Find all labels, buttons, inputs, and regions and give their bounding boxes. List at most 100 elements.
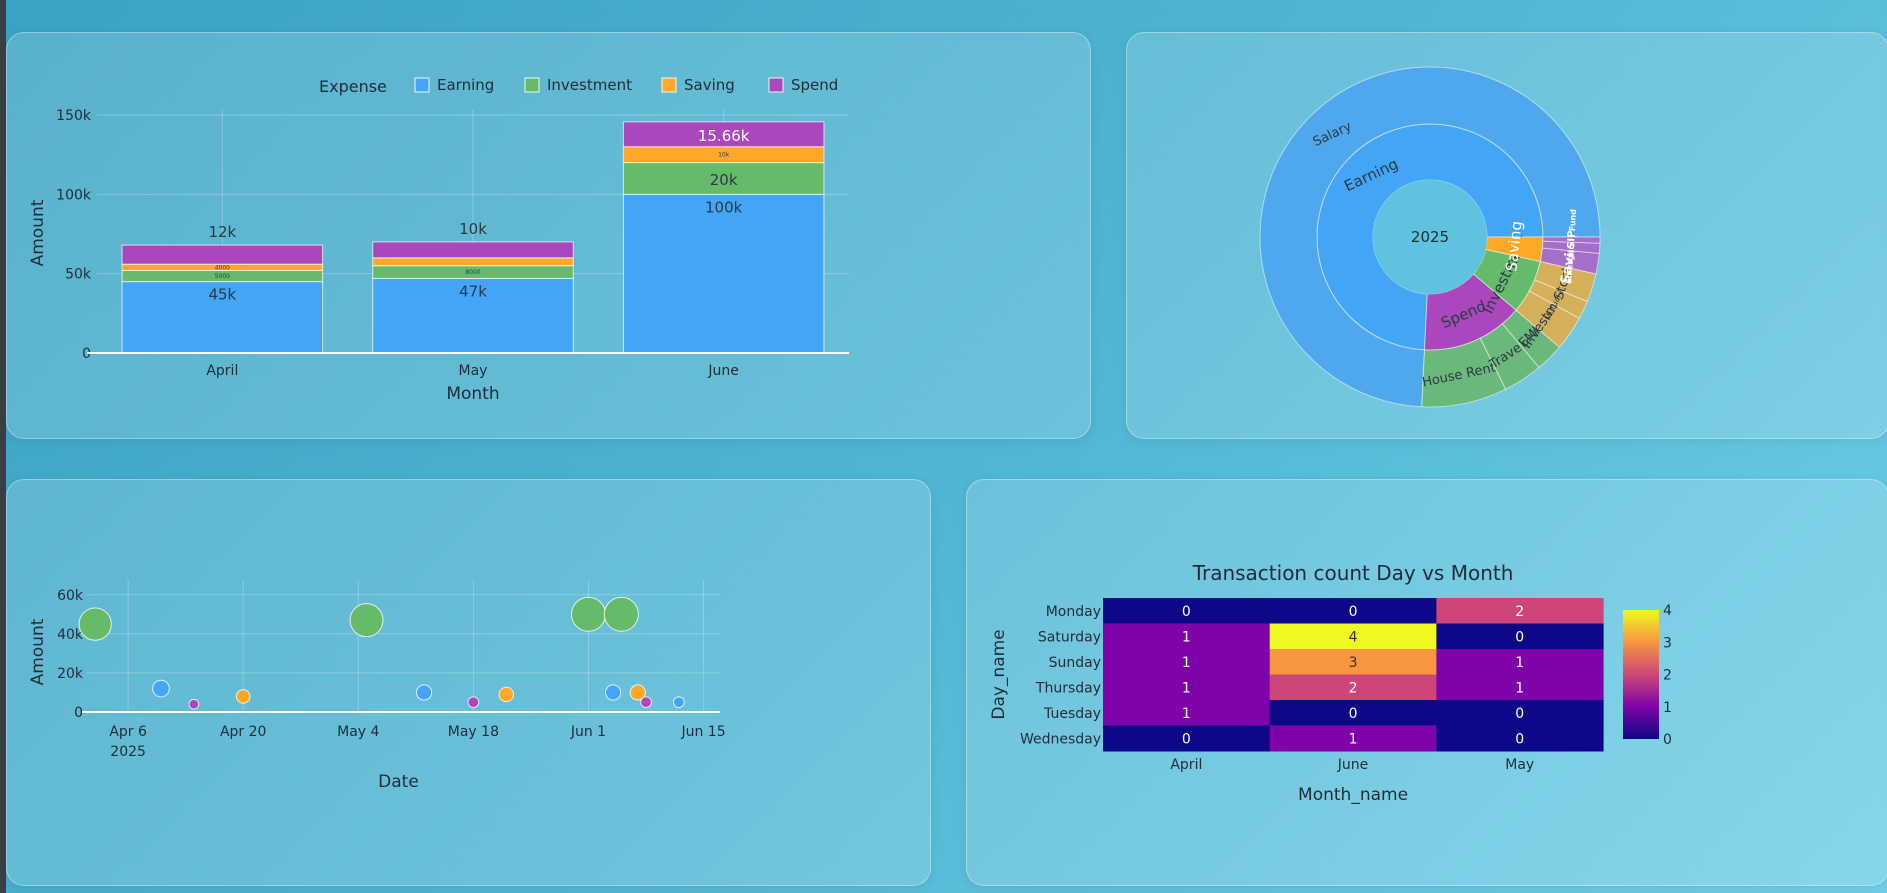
x-tick-label: Apr 6 bbox=[109, 724, 147, 740]
x-axis-title: Month bbox=[446, 384, 499, 404]
heatmap-chart: Transaction count Day vs Month Monday 0 0 2 S… bbox=[989, 561, 1672, 805]
bar-data-label: 5000 bbox=[215, 273, 230, 280]
legend-label: Investment bbox=[547, 76, 632, 94]
row-label: Tuesday bbox=[1043, 706, 1101, 722]
colorbar-tick-label: 2 bbox=[1663, 668, 1672, 684]
legend-swatch-saving bbox=[661, 77, 677, 93]
bubble-investment bbox=[349, 603, 384, 638]
heatmap-cell-value: 3 bbox=[1349, 655, 1358, 671]
heatmap-cell-value: 0 bbox=[1182, 604, 1191, 620]
heatmap-title: Transaction count Day vs Month bbox=[1192, 561, 1514, 585]
bar-segment-saving bbox=[372, 257, 574, 267]
bubble-investment bbox=[570, 596, 606, 632]
x-axis-title: Month_name bbox=[1298, 785, 1408, 805]
y-axis-title: Amount bbox=[28, 199, 48, 266]
bubble-spend bbox=[188, 698, 200, 710]
stacked-bar-chart: 050k100k150kApril45k5000400012kMay47k800… bbox=[28, 76, 849, 404]
bar-segment-earning bbox=[622, 193, 825, 354]
y-axis-title: Amount bbox=[28, 618, 48, 685]
y-tick-label: 100k bbox=[56, 187, 92, 203]
x-axis-title: Date bbox=[378, 772, 419, 792]
y-axis-title: Day_name bbox=[989, 629, 1009, 719]
y-tick-label: 20k bbox=[57, 666, 84, 682]
legend-swatch-investment bbox=[524, 77, 540, 93]
x-tick-label: May bbox=[459, 363, 488, 379]
heatmap-cell-value: 1 bbox=[1515, 655, 1524, 671]
bar-segment-spend bbox=[372, 241, 574, 259]
y-tick-label: 150k bbox=[56, 108, 92, 124]
bubble-investment bbox=[78, 607, 112, 641]
bubble-scatter-chart: 020k40k60kApr 6 Apr 20 May 4 May 18 Jun 1 Jun… bbox=[28, 580, 726, 792]
x-tick-label: May 4 bbox=[337, 724, 379, 740]
bar-data-label: 47k bbox=[459, 282, 487, 300]
colorbar-tick-label: 0 bbox=[1663, 732, 1672, 748]
x-tick-label: Jun 1 bbox=[570, 724, 606, 740]
legend-label: Saving bbox=[684, 76, 735, 94]
heatmap-cell-value: 1 bbox=[1182, 706, 1191, 722]
x-tick-label: Apr 20 bbox=[220, 724, 266, 740]
column-label: June bbox=[1337, 757, 1369, 773]
heatmap-cell-value: 1 bbox=[1182, 629, 1191, 645]
bar-data-label: 20k bbox=[710, 171, 738, 189]
y-tick-label: 60k bbox=[57, 588, 84, 604]
x-tick-label: Jun 15 bbox=[680, 724, 725, 740]
legend-title: Expense bbox=[319, 77, 387, 96]
bubble-earning bbox=[415, 684, 433, 701]
bar-data-label: 15.66k bbox=[698, 127, 750, 145]
heatmap-cell-value: 2 bbox=[1349, 680, 1358, 696]
bubble-saving bbox=[235, 689, 251, 704]
sunburst-outer-label: SIP bbox=[1566, 230, 1577, 248]
x-tick-label: May 18 bbox=[448, 724, 499, 740]
heatmap-cell-value: 0 bbox=[1182, 731, 1191, 747]
bar-chart-panel: 0 50k 100k 150k April 45k 5000 4000 12k May 47k 800… bbox=[6, 32, 1091, 439]
row-label: Monday bbox=[1046, 604, 1101, 620]
y-tick-label: 50k bbox=[65, 267, 92, 283]
heatmap-cell-value: 1 bbox=[1349, 731, 1358, 747]
row-label: Saturday bbox=[1038, 629, 1101, 645]
bubble-investment bbox=[603, 596, 639, 632]
colorbar-tick-label: 4 bbox=[1663, 603, 1672, 619]
y-tick-label: 0 bbox=[74, 705, 83, 721]
colorbar bbox=[1623, 610, 1659, 739]
heatmap-cell-value: 0 bbox=[1349, 604, 1358, 620]
legend-label: Earning bbox=[437, 76, 494, 94]
bar-data-label: 8000 bbox=[465, 269, 480, 276]
heatmap-cell-value: 4 bbox=[1349, 629, 1358, 645]
bubble-earning bbox=[673, 696, 685, 709]
colorbar-tick-label: 1 bbox=[1663, 700, 1672, 716]
bubble-spend bbox=[640, 696, 652, 709]
bar-data-label: 100k bbox=[705, 198, 743, 216]
bubble-earning bbox=[605, 684, 622, 701]
legend-label: Spend bbox=[791, 76, 838, 94]
colorbar-tick-label: 3 bbox=[1663, 635, 1672, 651]
bubble-saving bbox=[498, 686, 514, 703]
heatmap-cell-value: 1 bbox=[1515, 680, 1524, 696]
bubble-earning bbox=[152, 679, 170, 698]
row-label: Wednesday bbox=[1020, 731, 1101, 747]
heatmap-cell-value: 0 bbox=[1515, 629, 1524, 645]
sunburst-panel: Earning Spend Investment Saving Salary House … bbox=[1126, 32, 1887, 439]
sunburst-root-label: 2025 bbox=[1411, 228, 1449, 246]
x-year-label: 2025 bbox=[110, 744, 146, 760]
row-label: Sunday bbox=[1049, 655, 1101, 671]
heatmap-cell-value: 0 bbox=[1515, 731, 1524, 747]
bar-segment-spend bbox=[121, 244, 324, 265]
x-tick-label: April bbox=[206, 363, 238, 379]
heatmap-cell-value: 2 bbox=[1515, 604, 1524, 620]
bar-data-label: 10k bbox=[459, 220, 487, 238]
heatmap-cell-value: 1 bbox=[1182, 655, 1191, 671]
bar-data-label: 4000 bbox=[215, 264, 230, 271]
legend-swatch-spend bbox=[768, 77, 784, 93]
heatmap-panel: Transaction count Day vs Month Monday 0 0 2 S… bbox=[966, 479, 1887, 886]
bar-data-label: 45k bbox=[208, 286, 236, 304]
row-label: Thursday bbox=[1035, 680, 1101, 696]
column-label: April bbox=[1170, 757, 1202, 773]
bar-data-label: 10k bbox=[718, 152, 730, 159]
bubble-spend bbox=[467, 696, 480, 709]
bar-data-label: 12k bbox=[208, 223, 236, 241]
heatmap-cell-value: 1 bbox=[1182, 680, 1191, 696]
column-label: May bbox=[1505, 757, 1534, 773]
heatmap-cell-value: 0 bbox=[1349, 706, 1358, 722]
x-tick-label: June bbox=[707, 363, 739, 379]
legend-swatch-earning bbox=[414, 77, 430, 93]
